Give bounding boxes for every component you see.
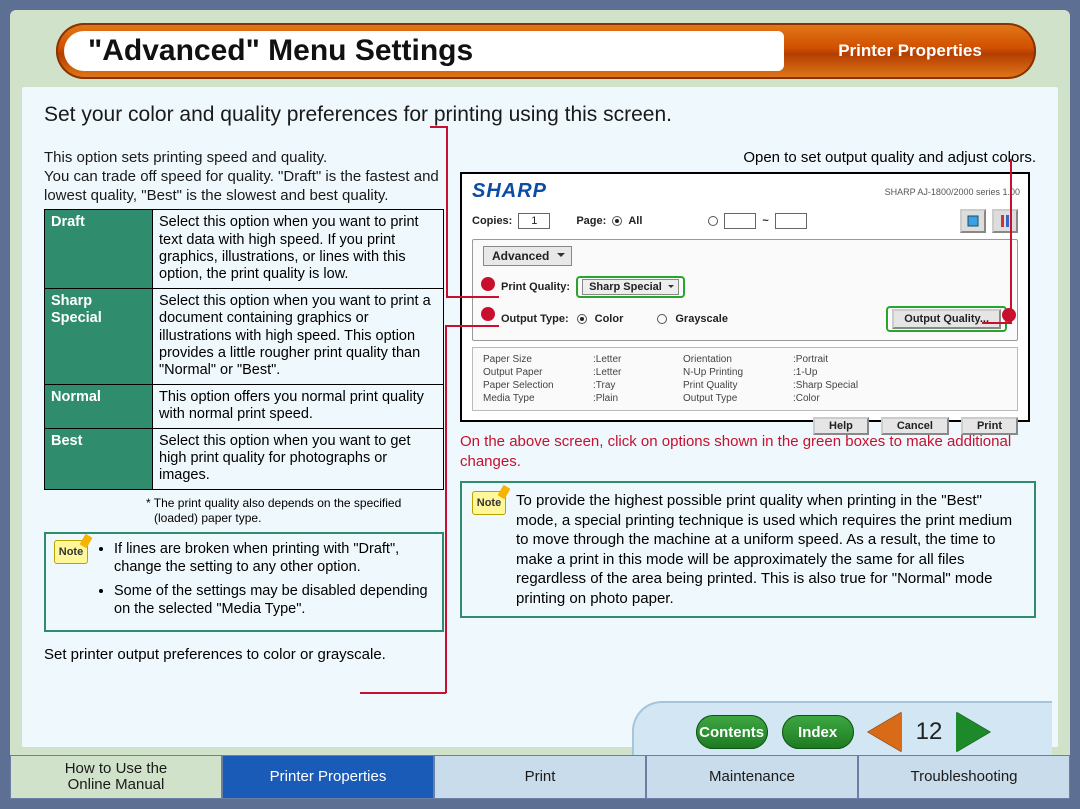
big-note-box: Note To provide the highest possible pri… — [460, 481, 1036, 618]
print-quality-label: Print Quality: — [501, 281, 570, 293]
quality-name: Sharp Special — [45, 288, 153, 384]
tab-selector[interactable]: Advanced — [483, 246, 572, 266]
tab-troubleshooting[interactable]: Troubleshooting — [858, 755, 1070, 799]
dialog-version: SHARP AJ-1800/2000 series 1.00 — [885, 187, 1020, 197]
prop-value: :Letter — [593, 354, 683, 365]
prop-label: N-Up Printing — [683, 367, 793, 378]
page-to-input[interactable] — [775, 213, 807, 229]
tab-print[interactable]: Print — [434, 755, 646, 799]
quality-desc: Select this option when you want to prin… — [153, 288, 444, 384]
help-button[interactable]: Help — [813, 417, 869, 435]
right-intro-text: Open to set output quality and adjust co… — [460, 149, 1036, 166]
quality-desc: This option offers you normal print qual… — [153, 384, 444, 428]
print-quality-table: Draft Select this option when you want t… — [44, 209, 444, 489]
prop-label: Paper Selection — [483, 380, 593, 391]
output-quality-field: Output Quality... — [886, 306, 1007, 332]
prop-value: :Sharp Special — [793, 380, 893, 391]
page-title-pill: "Advanced" Menu Settings Printer Propert… — [56, 23, 1036, 79]
quality-desc: Select this option when you want to get … — [153, 428, 444, 489]
prop-label: Output Type — [683, 393, 793, 404]
page-nav: Contents Index 12 — [632, 701, 1052, 761]
tab-how-to[interactable]: How to Use the Online Manual — [10, 755, 222, 799]
page-from-input[interactable] — [724, 213, 756, 229]
callout-line — [446, 296, 499, 298]
prop-label: Orientation — [683, 354, 793, 365]
quality-name: Best — [45, 428, 153, 489]
quality-footnote: * The print quality also depends on the … — [154, 496, 444, 526]
callout-line — [445, 325, 499, 327]
note-item: If lines are broken when printing with "… — [114, 540, 434, 576]
prop-label: Output Paper — [483, 367, 593, 378]
output-quality-button[interactable]: Output Quality... — [892, 309, 1001, 329]
quality-name: Draft — [45, 210, 153, 289]
preview-button[interactable] — [960, 209, 986, 233]
tilde: ~ — [762, 215, 768, 227]
contents-button[interactable]: Contents — [696, 715, 768, 749]
page-number: 12 — [916, 718, 943, 746]
quality-name: Normal — [45, 384, 153, 428]
page-title: "Advanced" Menu Settings — [64, 31, 784, 71]
tab-printer-properties[interactable]: Printer Properties — [222, 755, 434, 799]
settings-button[interactable] — [992, 209, 1018, 233]
prop-value: :Tray — [593, 380, 683, 391]
sharp-logo: SHARP — [472, 180, 547, 203]
properties-summary: Paper Size:LetterOrientation:Portrait Ou… — [472, 347, 1018, 411]
page-all-radio[interactable] — [612, 216, 622, 226]
prop-value: :Letter — [593, 367, 683, 378]
output-type-caption: Set printer output preferences to color … — [44, 646, 444, 663]
prev-page-button[interactable] — [868, 712, 902, 752]
print-quality-value[interactable]: Sharp Special — [582, 279, 679, 295]
note-box: Note If lines are broken when printing w… — [44, 532, 444, 633]
prop-value: :Color — [793, 393, 893, 404]
red-hint-text: On the above screen, click on options sh… — [460, 432, 1036, 471]
output-grayscale-label: Grayscale — [675, 313, 728, 325]
callout-line — [982, 322, 1012, 324]
prop-value: :Portrait — [793, 354, 893, 365]
callout-line — [445, 325, 447, 693]
callout-dot — [1002, 308, 1016, 322]
cancel-button[interactable]: Cancel — [881, 417, 949, 435]
callout-dot — [481, 307, 495, 321]
tab-maintenance[interactable]: Maintenance — [646, 755, 858, 799]
output-color-label: Color — [595, 313, 624, 325]
print-button[interactable]: Print — [961, 417, 1018, 435]
prop-label: Media Type — [483, 393, 593, 404]
big-note-text: To provide the highest possible print qu… — [516, 491, 1024, 608]
intro-text: Set your color and quality preferences f… — [44, 103, 1036, 127]
page-title-context: Printer Properties — [784, 41, 1036, 61]
copies-label: Copies: — [472, 215, 512, 227]
callout-line — [1010, 159, 1012, 324]
note-icon: Note — [54, 540, 88, 564]
output-color-radio[interactable] — [577, 314, 587, 324]
page-all-label: All — [628, 215, 642, 227]
page-range-radio[interactable] — [708, 216, 718, 226]
page-label: Page: — [576, 215, 606, 227]
left-lead-text: This option sets printing speed and qual… — [44, 149, 444, 205]
callout-dot — [481, 277, 495, 291]
quality-desc: Select this option when you want to prin… — [153, 210, 444, 289]
index-button[interactable]: Index — [782, 715, 854, 749]
note-item: Some of the settings may be disabled dep… — [114, 582, 434, 618]
output-grayscale-radio[interactable] — [657, 314, 667, 324]
prop-label: Paper Size — [483, 354, 593, 365]
print-quality-field[interactable]: Sharp Special — [576, 276, 685, 298]
output-type-label: Output Type: — [501, 313, 569, 325]
prop-label: Print Quality — [683, 380, 793, 391]
next-page-button[interactable] — [956, 712, 990, 752]
bottom-tabs: How to Use the Online Manual Printer Pro… — [10, 755, 1070, 799]
copies-input[interactable]: 1 — [518, 213, 550, 229]
prop-value: :Plain — [593, 393, 683, 404]
callout-line — [360, 692, 446, 694]
print-dialog: SHARP SHARP AJ-1800/2000 series 1.00 Cop… — [460, 172, 1030, 422]
callout-line — [446, 126, 448, 296]
prop-value: :1-Up — [793, 367, 893, 378]
note-icon: Note — [472, 491, 506, 515]
